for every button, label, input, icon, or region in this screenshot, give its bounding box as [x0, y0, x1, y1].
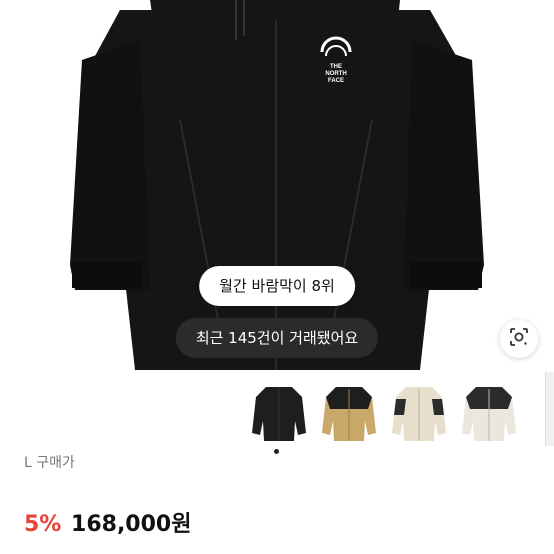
jacket-illustration: THE NORTH FACE	[70, 0, 484, 370]
thumbnail-cream[interactable]	[388, 375, 450, 445]
thumbnail-black[interactable]	[248, 375, 310, 445]
thumbnail-beige[interactable]	[318, 375, 380, 445]
price-value: 168,000원	[71, 512, 192, 537]
lens-search-icon	[508, 326, 530, 353]
purchase-price-label: 구매가	[36, 455, 75, 471]
color-thumbnails	[248, 375, 520, 445]
size-purchase-label: L 구매가	[24, 452, 75, 472]
thumbnail-scroll-edge	[545, 372, 554, 446]
svg-text:FACE: FACE	[328, 78, 344, 84]
discount-rate: 5%	[24, 512, 62, 537]
selected-thumbnail-indicator	[274, 449, 279, 454]
svg-text:THE: THE	[330, 64, 342, 70]
lens-search-button[interactable]	[500, 320, 538, 358]
recent-trades-badge: 최근 145건이 거래됐어요	[175, 318, 379, 358]
price-row: 5% 168,000원	[24, 506, 191, 538]
monthly-rank-badge: 월간 바람막이 8위	[199, 266, 355, 306]
svg-text:NORTH: NORTH	[325, 71, 346, 77]
thumbnail-ivory[interactable]	[458, 375, 520, 445]
product-image[interactable]: THE NORTH FACE	[0, 0, 554, 370]
size-label: L	[24, 455, 32, 471]
